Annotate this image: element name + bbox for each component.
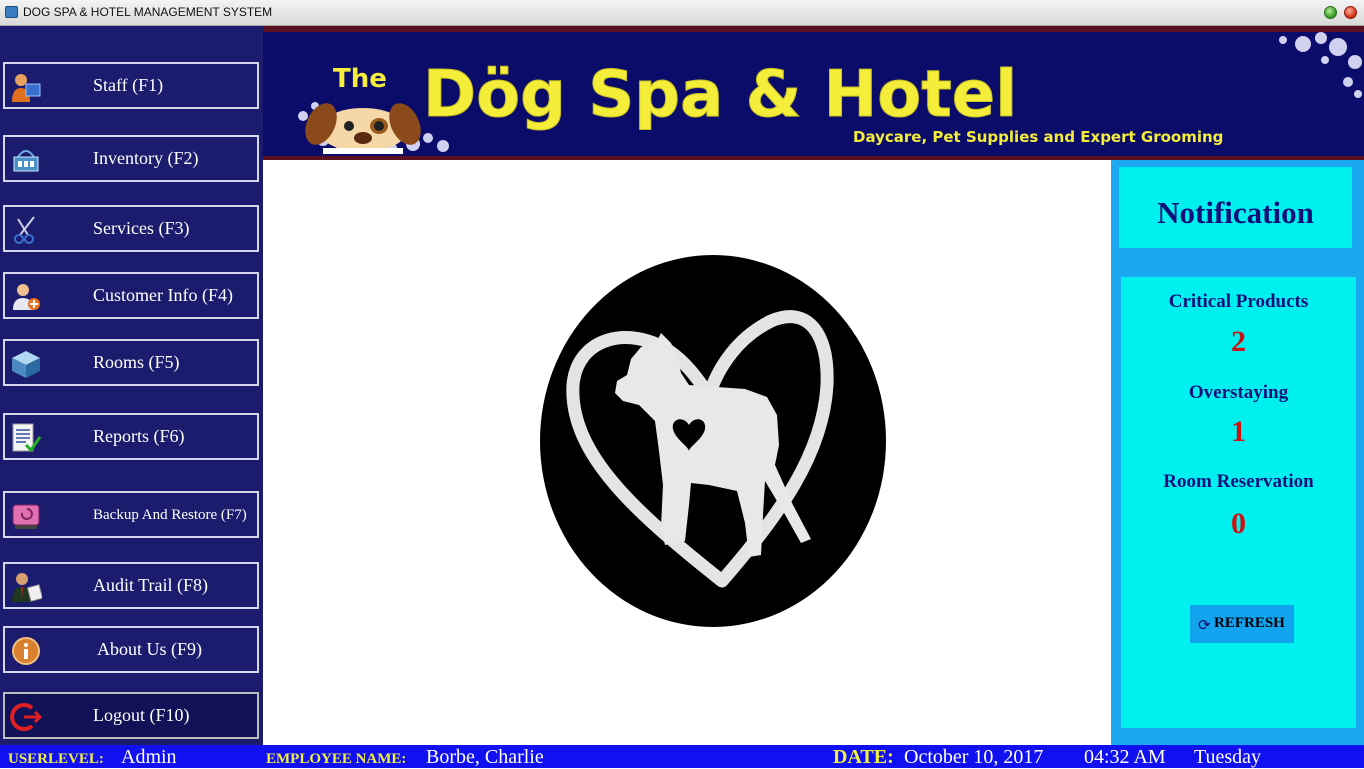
info-icon (12, 637, 40, 665)
sidebar: Staff (F1) Inventory (F2) Services (F3) … (0, 26, 263, 745)
banner-subtitle-text: Daycare, Pet Supplies and Expert Groomin… (853, 128, 1223, 146)
app-icon (5, 6, 18, 18)
close-button[interactable] (1344, 6, 1357, 19)
critical-products-value: 2 (1231, 325, 1246, 358)
header-banner: The Dög Spa & Hotel Daycare, Pet Supplie… (263, 26, 1364, 160)
main-content (263, 160, 1111, 745)
banner-the-text: The (333, 64, 387, 94)
disk-icon (12, 504, 40, 529)
report-check-icon (12, 423, 42, 453)
backup-restore-label: Backup And Restore (F7) (93, 507, 247, 523)
status-bar: USERLEVEL: Admin EMPLOYEE NAME: Borbe, C… (0, 745, 1364, 768)
staff-label: Staff (F1) (93, 75, 164, 95)
window-title: DOG SPA & HOTEL MANAGEMENT SYSTEM (23, 5, 273, 19)
rooms-button[interactable]: Rooms (F5) (3, 339, 259, 386)
refresh-button[interactable]: ⟳ REFRESH (1190, 605, 1294, 643)
employee-name-value: Borbe, Charlie (426, 746, 544, 768)
reports-label: Reports (F6) (93, 426, 185, 446)
inventory-button[interactable]: Inventory (F2) (3, 135, 259, 182)
auditor-icon (12, 573, 42, 602)
add-customer-icon (13, 284, 40, 310)
about-us-label: About Us (F9) (97, 639, 203, 659)
logout-icon (10, 703, 42, 731)
staff-button[interactable]: Staff (F1) (3, 62, 259, 109)
time-value: 04:32 AM (1084, 746, 1166, 768)
critical-products-label: Critical Products (1168, 291, 1309, 312)
day-value: Tuesday (1194, 746, 1262, 768)
backup-restore-button[interactable]: Backup And Restore (F7) (3, 491, 259, 538)
audit-trail-button[interactable]: Audit Trail (F8) (3, 562, 259, 609)
refresh-label: REFRESH (1214, 615, 1285, 631)
title-bar: DOG SPA & HOTEL MANAGEMENT SYSTEM (0, 0, 1364, 26)
logout-label: Logout (F10) (93, 705, 190, 725)
notification-header: Notification (1119, 167, 1352, 248)
userlevel-value: Admin (121, 746, 177, 768)
customer-info-label: Customer Info (F4) (93, 285, 233, 305)
staff-icon (12, 74, 41, 102)
notification-body: Critical Products 2 Overstaying 1 Room R… (1121, 277, 1356, 728)
notification-title: Notification (1157, 195, 1314, 230)
rooms-label: Rooms (F5) (93, 352, 180, 372)
services-button[interactable]: Services (F3) (3, 205, 259, 252)
banner-title-text: Dög Spa & Hotel (423, 58, 1017, 132)
room-reservation-label: Room Reservation (1163, 471, 1314, 492)
room-reservation-value: 0 (1231, 507, 1246, 540)
dog-heart-logo (540, 255, 886, 627)
inventory-label: Inventory (F2) (93, 148, 199, 168)
maximize-button[interactable] (1324, 6, 1337, 19)
refresh-icon: ⟳ (1198, 616, 1211, 634)
overstaying-value: 1 (1231, 415, 1246, 448)
overstaying-label: Overstaying (1188, 382, 1289, 403)
scissors-icon (14, 216, 35, 244)
cube-icon (12, 351, 40, 378)
date-value: October 10, 2017 (904, 746, 1044, 768)
date-label: DATE: (833, 746, 894, 768)
services-label: Services (F3) (93, 218, 190, 238)
logout-button[interactable]: Logout (F10) (3, 692, 259, 739)
audit-trail-label: Audit Trail (F8) (93, 575, 209, 595)
notification-panel: Notification Critical Products 2 Oversta… (1111, 160, 1364, 745)
customer-info-button[interactable]: Customer Info (F4) (3, 272, 259, 319)
about-us-button[interactable]: About Us (F9) (3, 626, 259, 673)
reports-button[interactable]: Reports (F6) (3, 413, 259, 460)
userlevel-label: USERLEVEL: (8, 751, 104, 767)
banner-art: The Dög Spa & Hotel Daycare, Pet Supplie… (298, 32, 1362, 154)
employee-name-label: EMPLOYEE NAME: (266, 751, 407, 767)
basket-icon (13, 150, 39, 172)
